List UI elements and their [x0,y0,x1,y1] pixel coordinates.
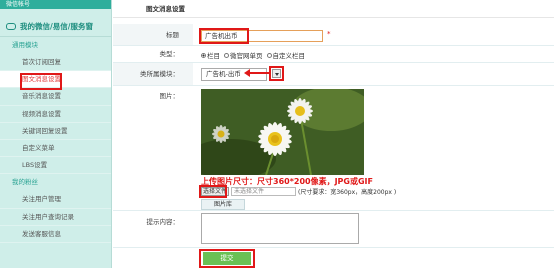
highlight-box [199,28,249,44]
prompt-label: 提示内容： [146,218,180,226]
type-row: 类型： 栏目 微官网单页 自定义栏目 [113,46,554,63]
sidebar-item-keyword-reply[interactable]: 关键词回复设置 [0,123,111,140]
my-accounts-link[interactable]: 我的微信/易信/服务窗 [0,16,111,37]
daisy-flowers-icon [201,89,364,175]
my-accounts-label: 我的微信/易信/服务窗 [20,21,93,31]
radio-icon [224,53,229,58]
prompt-textarea[interactable] [201,213,359,244]
radio-micro-site-page[interactable]: 微官网单页 [224,50,263,60]
sidebar-item-followers[interactable]: 关注用户管理 [0,191,111,209]
chat-icon [6,22,16,30]
highlight-box [199,185,227,198]
size-hint: (尺寸要求：宽360px，高度200px ) [298,189,397,196]
radio-column[interactable]: 栏目 [201,50,220,60]
preview-image [201,89,364,175]
image-row: 图片： 上传图片尺寸：尺寸360*200像素，JPG或GIF 选择文件 未选择文… [113,86,554,211]
section-my-fans[interactable]: 我的粉丝 [0,174,111,191]
module-select[interactable]: 广告机-出币 [201,68,267,81]
sidebar-item-first-subscribe-reply[interactable]: 首次订阅回复 [0,54,111,72]
image-label: 图片： [159,92,180,100]
sidebar-item-custom-menu[interactable]: 自定义菜单 [0,140,111,158]
file-picker: 选择文件 未选择文件 (尺寸要求：宽360px，高度200px ) [201,187,396,196]
module-label: 类所属模块： [113,63,193,85]
required-mark: * [327,30,331,38]
highlight-box [199,249,255,268]
sidebar-item-send-service-msg[interactable]: 发送客服信息 [0,226,111,243]
main-panel: 图文消息设置 标题 广告机出币 * 类型： 栏目 微官网单页 自定义栏目 类所属… [113,0,554,268]
sidebar-item-follower-queries[interactable]: 关注用户查询记录 [0,209,111,226]
highlight-box [269,66,284,81]
module-row: 类所属模块： 广告机-出币 [113,63,554,86]
sidebar: 微信帐号 我的微信/易信/服务窗 通用模块 首次订阅回复 图文消息设置 音乐消息… [0,0,112,268]
sidebar-item-article-settings[interactable]: 图文消息设置 [0,71,111,91]
arrow-annotation-icon [244,69,269,77]
page-title: 图文消息设置 [113,0,554,18]
radio-icon [201,53,206,58]
radio-custom-column[interactable]: 自定义栏目 [266,50,305,60]
image-library-button[interactable]: 图片库 [201,199,245,210]
title-row: 标题 广告机出币 * [113,24,554,46]
file-name-field: 未选择文件 [231,187,297,196]
sidebar-item-music-settings[interactable]: 音乐消息设置 [0,88,111,106]
sidebar-item-video-settings[interactable]: 视频消息设置 [0,106,111,123]
section-general[interactable]: 通用模块 [0,37,111,54]
sidebar-item-lbs[interactable]: LBS设置 [0,157,111,175]
title-label: 标题 [113,24,193,45]
radio-icon [266,53,272,58]
type-radio-group: 栏目 微官网单页 自定义栏目 [201,50,305,60]
prompt-row: 提示内容： [113,211,554,248]
account-label: 微信帐号 [0,0,111,9]
type-label: 类型： [159,50,180,58]
